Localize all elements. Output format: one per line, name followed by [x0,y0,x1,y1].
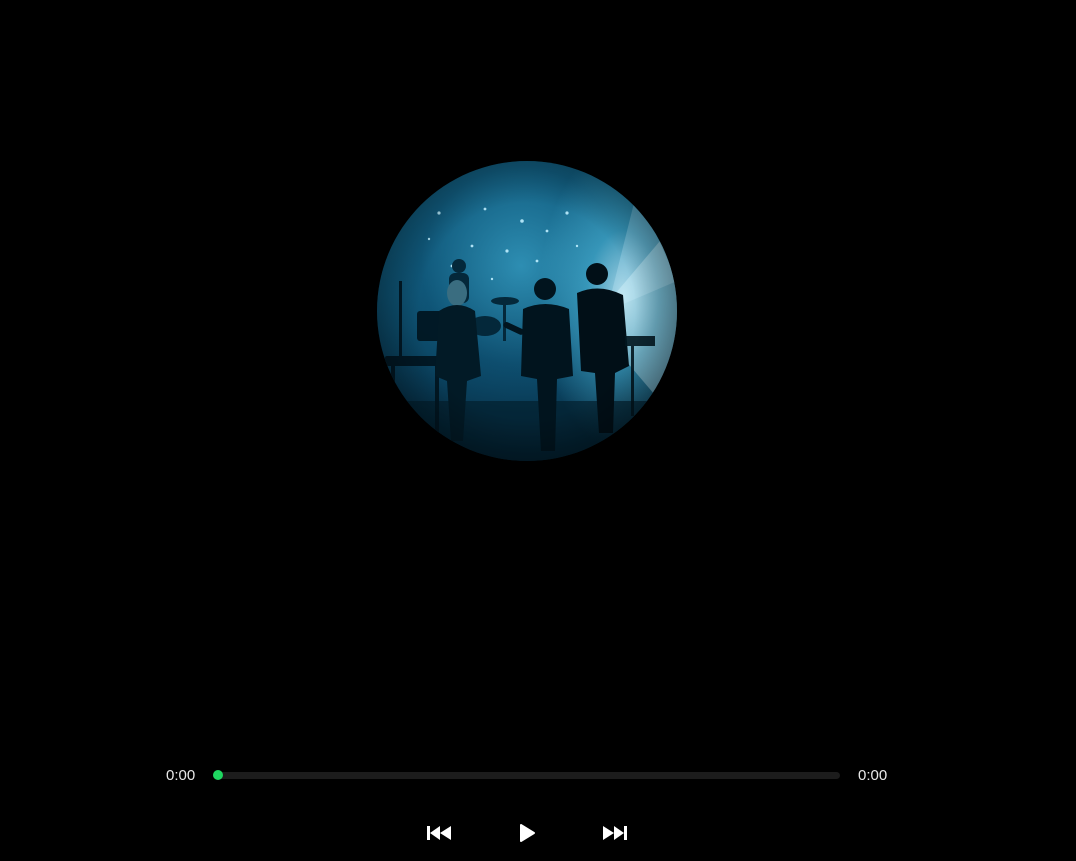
total-time: 0:00 [858,767,888,784]
album-art [377,161,677,461]
skip-back-icon [427,826,451,840]
next-button[interactable] [600,820,630,846]
previous-button[interactable] [424,820,454,846]
music-player: 0:00 0:00 [0,0,1076,861]
play-button[interactable] [512,820,542,846]
current-time: 0:00 [166,767,196,784]
play-icon [520,824,535,842]
skip-forward-icon [603,826,627,840]
progress-thumb[interactable] [213,770,223,780]
concert-stage-photo [377,161,677,461]
progress-bar[interactable] [213,770,840,780]
